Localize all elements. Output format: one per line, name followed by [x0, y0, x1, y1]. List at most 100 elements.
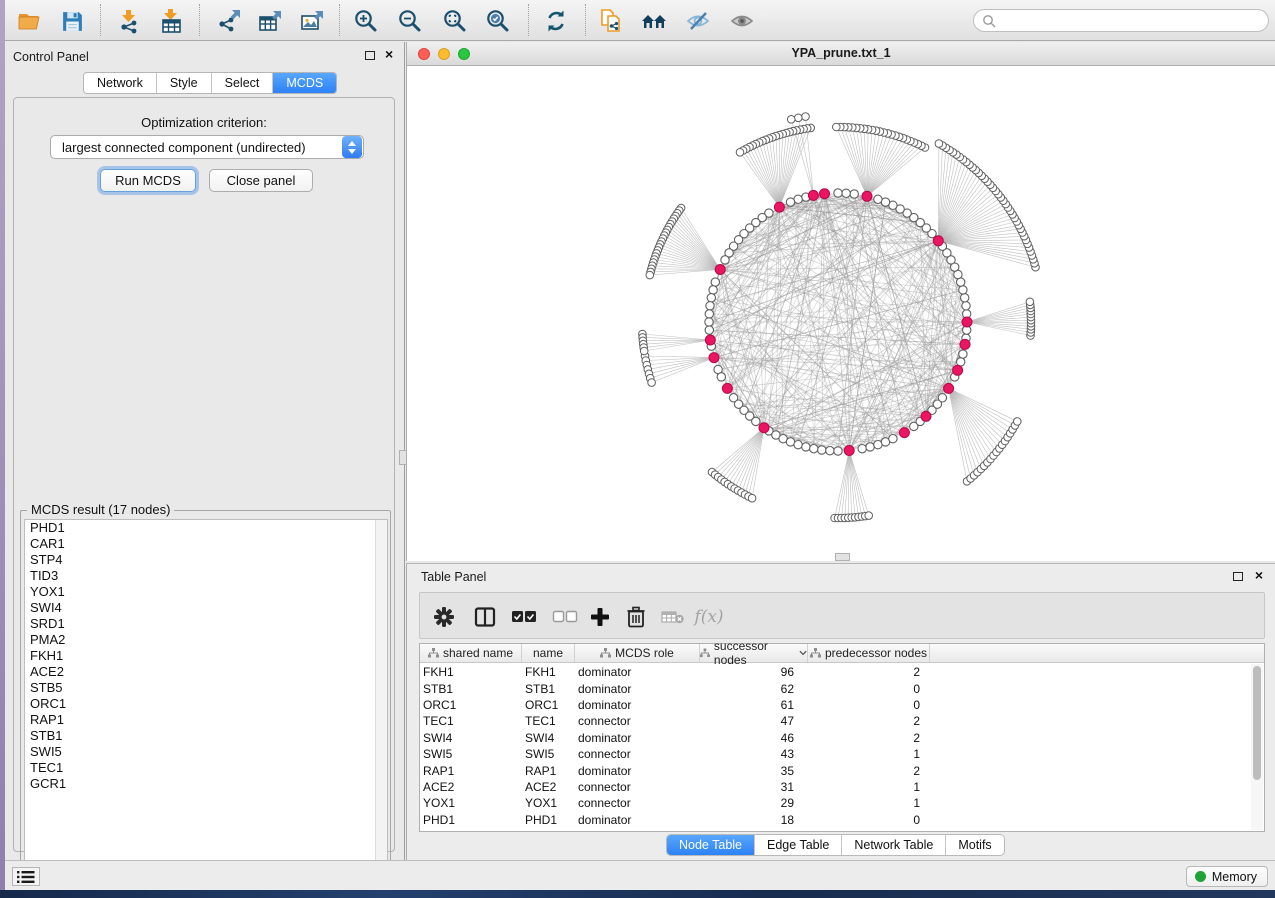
export-network-icon[interactable] — [215, 7, 243, 35]
network-dominator-node[interactable] — [960, 339, 970, 349]
tab-motifs[interactable]: Motifs — [946, 835, 1003, 855]
network-leaf-node[interactable] — [787, 116, 795, 124]
result-list-item[interactable]: YOX1 — [25, 584, 387, 600]
network-node[interactable] — [959, 350, 967, 358]
show-all-icon[interactable] — [728, 7, 756, 35]
network-dominator-node[interactable] — [953, 365, 963, 375]
network-dominator-node[interactable] — [862, 191, 872, 201]
network-node[interactable] — [866, 443, 874, 451]
zoom-selected-icon[interactable] — [484, 7, 512, 35]
duplicate-network-icon[interactable] — [597, 7, 625, 35]
table-row[interactable]: ORC1ORC1dominator610 — [420, 697, 1264, 713]
network-node[interactable] — [705, 310, 713, 318]
hide-selected-icon[interactable] — [684, 7, 712, 35]
network-node[interactable] — [752, 417, 760, 425]
tab-node-table[interactable]: Node Table — [667, 835, 755, 855]
result-list-item[interactable]: RAP1 — [25, 712, 387, 728]
column-header-mcds-role[interactable]: MCDS role — [575, 644, 700, 662]
network-node[interactable] — [961, 294, 969, 302]
network-node[interactable] — [842, 189, 850, 197]
zoom-fit-icon[interactable] — [441, 7, 469, 35]
table-scrollbar-thumb[interactable] — [1253, 666, 1261, 780]
network-leaf-node[interactable] — [646, 271, 654, 279]
column-header-predecessor-nodes[interactable]: predecessor nodes — [808, 644, 930, 662]
network-leaf-node[interactable] — [648, 379, 656, 387]
select-all-checkboxes-icon[interactable] — [510, 603, 538, 631]
column-header-name[interactable]: name — [522, 644, 575, 662]
result-list-item[interactable]: SRD1 — [25, 616, 387, 632]
network-dominator-node[interactable] — [705, 335, 715, 345]
network-node[interactable] — [786, 198, 794, 206]
export-table-icon[interactable] — [256, 7, 284, 35]
table-options-gear-icon[interactable] — [430, 603, 458, 631]
table-row[interactable]: YOX1YOX1connector291 — [420, 795, 1264, 811]
float-window-icon[interactable] — [365, 51, 375, 60]
network-node[interactable] — [709, 286, 717, 294]
network-node[interactable] — [874, 195, 882, 203]
column-header-shared-name[interactable]: shared name — [420, 644, 522, 662]
table-scrollbar[interactable] — [1251, 664, 1263, 830]
delete-column-trash-icon[interactable] — [622, 603, 650, 631]
table-row[interactable]: TEC1TEC1connector472 — [420, 713, 1264, 729]
open-file-icon[interactable] — [15, 7, 43, 35]
float-table-panel-icon[interactable] — [1233, 572, 1243, 581]
horizontal-splitter-handle[interactable] — [835, 553, 850, 561]
table-row[interactable]: STB1STB1dominator620 — [420, 680, 1264, 696]
column-header-successor-nodes[interactable]: successor nodes — [700, 644, 808, 662]
zoom-out-icon[interactable] — [396, 7, 424, 35]
import-table-icon[interactable] — [157, 7, 185, 35]
network-node[interactable] — [834, 447, 842, 455]
network-titlebar[interactable]: YPA_prune.txt_1 — [407, 42, 1275, 66]
refresh-icon[interactable] — [542, 7, 570, 35]
network-leaf-node[interactable] — [795, 114, 803, 122]
search-field[interactable] — [973, 9, 1269, 32]
search-input[interactable] — [996, 14, 1268, 28]
tab-mcds[interactable]: MCDS — [273, 73, 336, 93]
network-node[interactable] — [721, 256, 729, 264]
network-leaf-node[interactable] — [1014, 418, 1022, 426]
add-column-icon[interactable] — [586, 603, 614, 631]
tab-select[interactable]: Select — [212, 73, 274, 93]
run-mcds-button[interactable]: Run MCDS — [100, 169, 196, 192]
network-node[interactable] — [858, 445, 866, 453]
table-row[interactable]: RAP1RAP1dominator352 — [420, 762, 1264, 778]
network-dominator-node[interactable] — [774, 202, 784, 212]
network-dominator-node[interactable] — [715, 265, 725, 275]
network-dominator-node[interactable] — [820, 189, 830, 199]
network-dominator-node[interactable] — [921, 411, 931, 421]
result-list-item[interactable]: PHD1 — [25, 520, 387, 536]
network-node[interactable] — [889, 435, 897, 443]
zoom-in-icon[interactable] — [352, 7, 380, 35]
network-node[interactable] — [707, 294, 715, 302]
memory-button[interactable]: Memory — [1186, 866, 1268, 887]
result-list-item[interactable]: TEC1 — [25, 760, 387, 776]
optimization-criterion-select[interactable]: largest connected component (undirected) — [50, 135, 364, 159]
network-dominator-node[interactable] — [722, 383, 732, 393]
result-list-item[interactable]: STB1 — [25, 728, 387, 744]
vertical-splitter-handle[interactable] — [399, 450, 407, 465]
result-list-item[interactable]: STP4 — [25, 552, 387, 568]
network-dominator-node[interactable] — [933, 236, 943, 246]
network-node[interactable] — [706, 302, 714, 310]
network-leaf-node[interactable] — [865, 512, 873, 520]
close-panel-icon[interactable]: × — [385, 46, 393, 62]
network-node[interactable] — [810, 445, 818, 453]
result-list-item[interactable]: STB5 — [25, 680, 387, 696]
table-row[interactable]: SWI4SWI4dominator462 — [420, 730, 1264, 746]
network-node[interactable] — [959, 286, 967, 294]
network-dominator-node[interactable] — [944, 383, 954, 393]
tab-style[interactable]: Style — [157, 73, 212, 93]
network-canvas[interactable] — [407, 66, 1275, 561]
network-node[interactable] — [705, 326, 713, 334]
tab-network-table[interactable]: Network Table — [842, 835, 946, 855]
table-row[interactable]: ACE2ACE2connector311 — [420, 779, 1264, 795]
result-list-item[interactable]: TID3 — [25, 568, 387, 584]
tab-edge-table[interactable]: Edge Table — [755, 835, 842, 855]
network-leaf-node[interactable] — [935, 140, 943, 148]
result-list-item[interactable]: PMA2 — [25, 632, 387, 648]
result-list-item[interactable]: CAR1 — [25, 536, 387, 552]
network-node[interactable] — [834, 189, 842, 197]
save-session-icon[interactable] — [58, 7, 86, 35]
network-node[interactable] — [826, 447, 834, 455]
network-node[interactable] — [850, 190, 858, 198]
